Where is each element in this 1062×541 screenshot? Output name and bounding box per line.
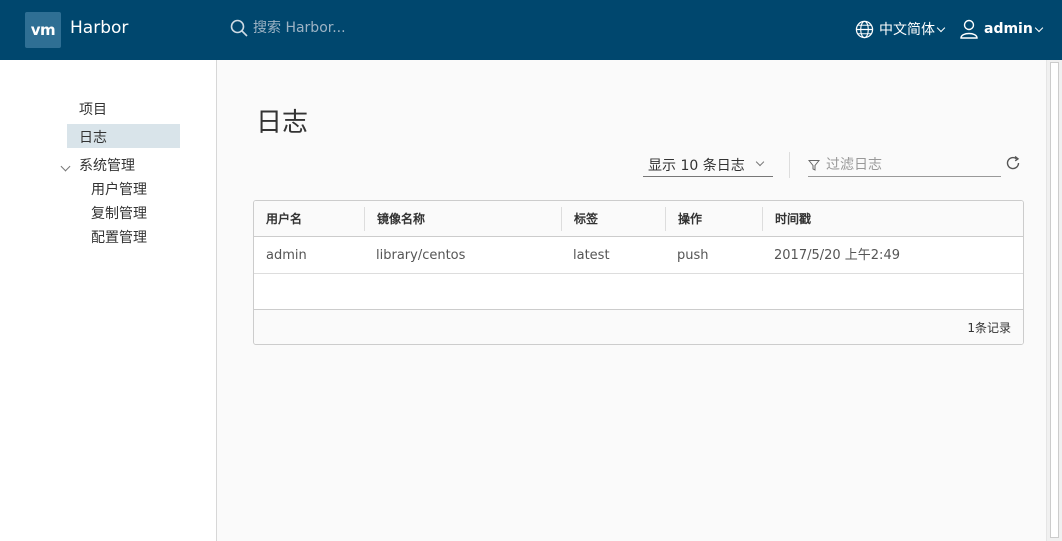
cell-timestamp: 2017/5/20 上午2:49 (774, 248, 900, 263)
sidebar-item-projects[interactable]: 项目 (79, 99, 107, 119)
search-input[interactable] (253, 20, 453, 36)
vertical-scrollbar[interactable] (1046, 60, 1062, 541)
page-size-select[interactable]: 显示 10 条日志 (643, 153, 773, 177)
record-count: 1条记录 (967, 321, 1011, 335)
empty-row (254, 274, 1023, 310)
column-header-repository[interactable]: 镜像名称 (364, 207, 561, 231)
cell-tag: latest (573, 248, 610, 263)
language-label: 中文简体 (879, 22, 935, 38)
chevron-down-icon[interactable] (60, 161, 71, 172)
column-header-operation[interactable]: 操作 (665, 207, 762, 231)
sidebar: 项目 日志 系统管理 用户管理 复制管理 配置管理 (0, 60, 217, 541)
column-header-tag[interactable]: 标签 (561, 207, 665, 231)
page-title: 日志 (256, 108, 309, 138)
cell-username: admin (266, 248, 307, 263)
chevron-down-icon (936, 23, 946, 32)
main-content: 日志 显示 10 条日志 用户名 镜像名称 标签 操作 时间戳 admin li… (218, 60, 1046, 541)
scrollbar-thumb[interactable] (1050, 62, 1059, 538)
user-menu[interactable]: admin (960, 19, 1044, 39)
chevron-down-icon (755, 157, 765, 167)
sidebar-item-system-admin[interactable]: 系统管理 (79, 155, 135, 175)
sidebar-item-replication[interactable]: 复制管理 (91, 203, 147, 223)
filter-icon (808, 159, 820, 171)
top-header: vm Harbor 中文简体 admin (0, 0, 1062, 60)
sidebar-item-users[interactable]: 用户管理 (91, 179, 147, 199)
table-header: 用户名 镜像名称 标签 操作 时间戳 (254, 201, 1023, 237)
column-header-timestamp[interactable]: 时间戳 (762, 207, 1023, 231)
user-name: admin (984, 21, 1033, 37)
toolbar-divider (789, 152, 790, 178)
cell-operation: push (677, 248, 709, 263)
brand-title[interactable]: Harbor (70, 18, 128, 38)
user-icon (960, 19, 978, 39)
global-search (230, 19, 453, 37)
table-row: admin library/centos latest push 2017/5/… (254, 237, 1023, 274)
page-size-label: 显示 10 条日志 (648, 157, 745, 174)
table-footer: 1条记录 (254, 310, 1023, 344)
vm-logo[interactable]: vm (25, 12, 61, 48)
chevron-down-icon (1034, 23, 1044, 32)
logs-table: 用户名 镜像名称 标签 操作 时间戳 admin library/centos … (253, 200, 1024, 345)
sidebar-item-logs[interactable]: 日志 (79, 127, 107, 147)
language-selector[interactable]: 中文简体 (855, 19, 946, 39)
search-icon (230, 19, 248, 37)
globe-icon (855, 20, 874, 38)
refresh-icon[interactable] (1005, 155, 1021, 171)
column-header-username[interactable]: 用户名 (254, 201, 364, 237)
cell-repository: library/centos (376, 248, 466, 263)
sidebar-item-configuration[interactable]: 配置管理 (91, 227, 147, 247)
filter-input[interactable] (826, 156, 996, 173)
filter-box (808, 153, 1001, 177)
